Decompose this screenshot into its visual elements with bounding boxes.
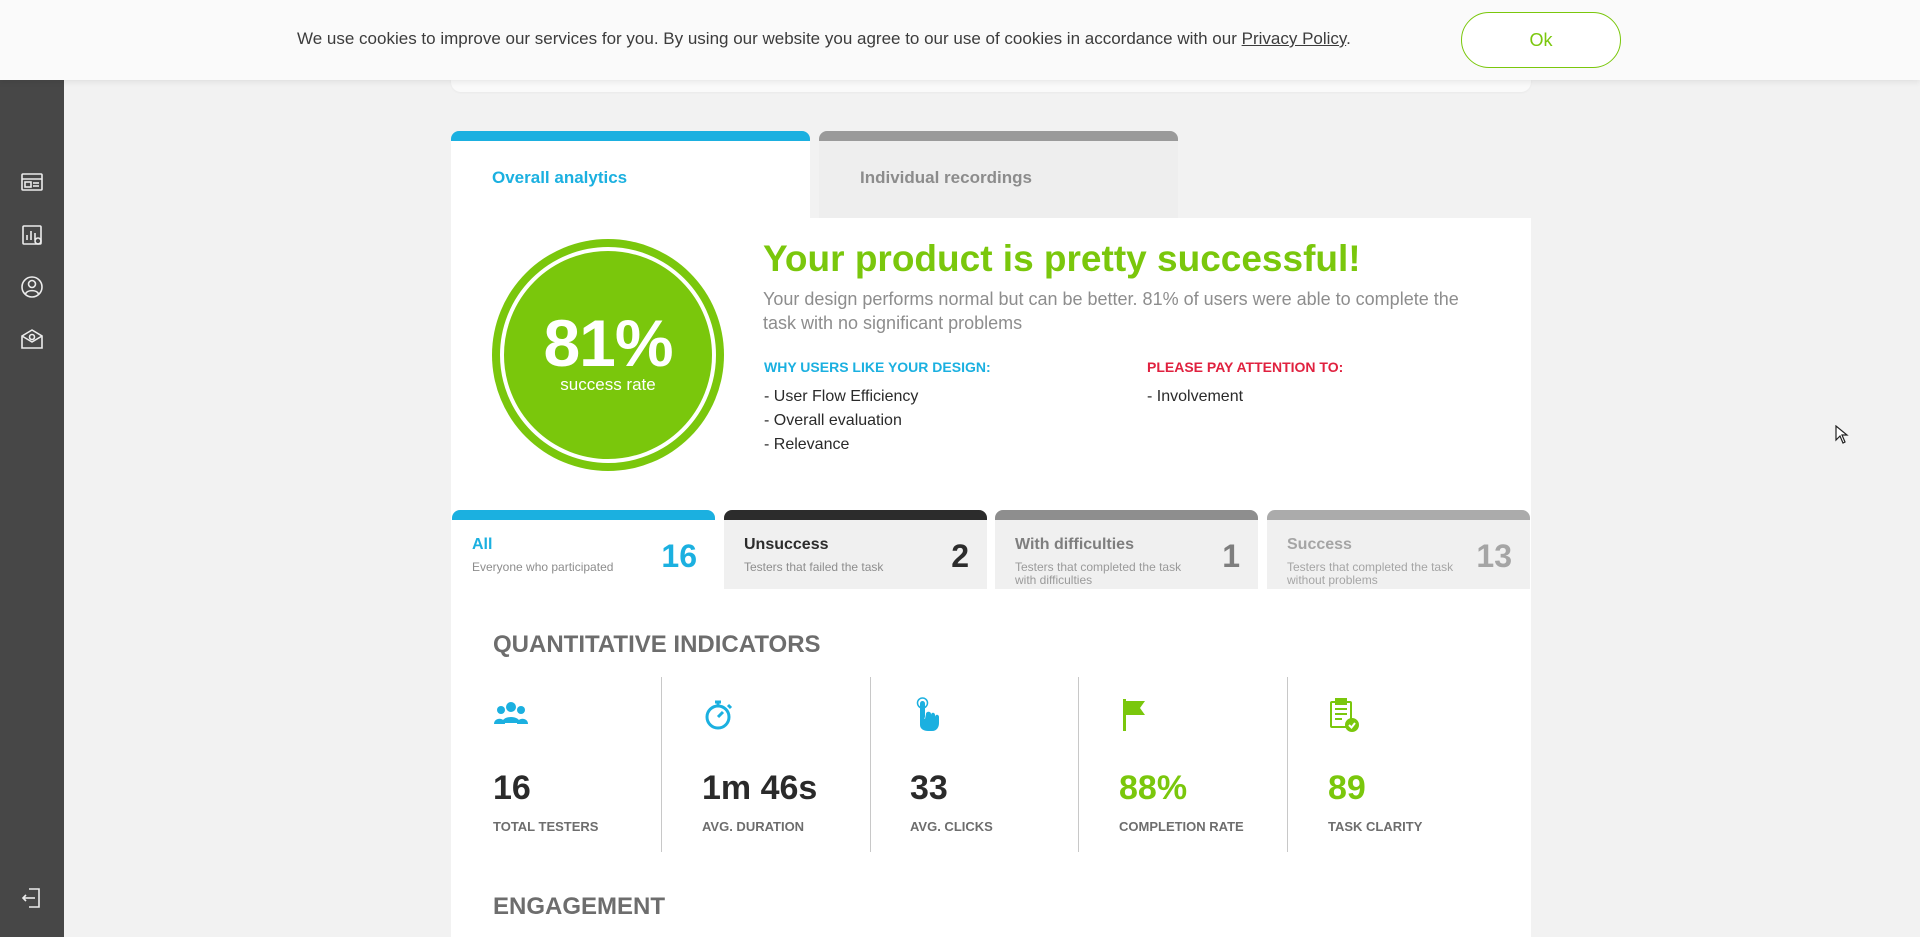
indicator-label: AVG. DURATION [702, 819, 805, 834]
indicator-label: COMPLETION RATE [1119, 819, 1244, 834]
indicator-value: 16 [493, 769, 531, 807]
indicator-label: AVG. CLICKS [910, 819, 993, 834]
profile-icon[interactable] [18, 273, 46, 301]
sidebar [0, 0, 64, 937]
pointer-hand-icon [910, 697, 946, 733]
cookie-message: We use cookies to improve our services f… [297, 29, 1351, 49]
filter-count: 16 [661, 538, 697, 574]
list-item: - Relevance [764, 436, 850, 453]
mouse-cursor-icon [1835, 425, 1849, 444]
filter-subtitle: Testers that completed the task without … [1287, 560, 1454, 587]
attention-list: - Involvement [1147, 385, 1243, 409]
projects-icon[interactable] [18, 168, 46, 196]
list-item: - Overall evaluation [764, 412, 902, 429]
filter-title: Success [1287, 536, 1352, 553]
list-item: - User Flow Efficiency [764, 388, 919, 405]
stopwatch-icon [702, 697, 738, 733]
indicator-label: TASK CLARITY [1328, 819, 1423, 834]
privacy-policy-link[interactable]: Privacy Policy [1242, 29, 1347, 48]
divider [1078, 677, 1079, 852]
filter-all[interactable]: All Everyone who participated 16 [452, 510, 715, 589]
tab-individual-recordings[interactable]: Individual recordings [819, 131, 1178, 218]
filter-count: 1 [1222, 538, 1240, 574]
tab-overall-analytics[interactable]: Overall analytics [451, 131, 810, 218]
list-item: - Involvement [1147, 388, 1244, 405]
success-rate-label: success rate [560, 375, 656, 394]
cookie-ok-button[interactable]: Ok [1461, 12, 1621, 68]
indicator-value: 89 [1328, 769, 1366, 807]
filter-title: All [472, 536, 493, 553]
indicator-total-testers: 16 TOTAL TESTERS [493, 677, 693, 852]
tab-overall-label: Overall analytics [492, 168, 628, 187]
why-users-like-list: - User Flow Efficiency - Overall evaluat… [764, 385, 918, 457]
clipboard-check-icon [1328, 697, 1364, 733]
success-rate-badge: 81% success rate [492, 239, 724, 471]
quantitative-indicators-heading: QUANTITATIVE INDICATORS [493, 631, 821, 658]
filter-subtitle: Testers that failed the task [744, 560, 884, 574]
attention-title: PLEASE PAY ATTENTION TO: [1147, 359, 1344, 375]
indicator-value: 1m 46s [702, 769, 818, 807]
filter-title: With difficulties [1015, 536, 1134, 553]
indicator-avg-duration: 1m 46s AVG. DURATION [702, 677, 902, 852]
filter-success[interactable]: Success Testers that completed the task … [1267, 510, 1530, 589]
indicator-label: TOTAL TESTERS [493, 819, 599, 834]
tab-individual-label: Individual recordings [860, 168, 1032, 187]
indicator-completion-rate: 88% COMPLETION RATE [1119, 677, 1319, 852]
divider [1287, 677, 1288, 852]
logout-icon[interactable] [18, 884, 46, 912]
filter-count: 13 [1476, 538, 1512, 574]
filter-with-difficulties[interactable]: With difficulties Testers that completed… [995, 510, 1258, 589]
why-users-like-title: WHY USERS LIKE YOUR DESIGN: [764, 359, 991, 375]
filter-unsuccess[interactable]: Unsuccess Testers that failed the task 2 [724, 510, 987, 589]
cookie-text: We use cookies to improve our services f… [297, 29, 1242, 48]
divider [870, 677, 871, 852]
reports-icon[interactable] [18, 221, 46, 249]
result-description: Your design performs normal but can be b… [763, 289, 1459, 333]
indicator-value: 33 [910, 769, 948, 807]
flag-icon [1119, 697, 1155, 733]
filter-title: Unsuccess [744, 536, 829, 553]
mail-settings-icon[interactable] [18, 325, 46, 353]
result-headline: Your product is pretty successful! [763, 238, 1361, 279]
cookie-banner: We use cookies to improve our services f… [0, 0, 1920, 80]
success-rate-value: 81% [543, 306, 673, 380]
filter-count: 2 [951, 538, 969, 574]
indicator-avg-clicks: 33 AVG. CLICKS [910, 677, 1110, 852]
divider [661, 677, 662, 852]
indicator-value: 88% [1119, 769, 1188, 807]
cookie-suffix: . [1346, 29, 1351, 48]
filter-subtitle: Testers that completed the task with dif… [1015, 560, 1182, 587]
users-icon [493, 697, 529, 733]
indicator-task-clarity: 89 TASK CLARITY [1328, 677, 1528, 852]
engagement-heading: ENGAGEMENT [493, 893, 666, 920]
filter-subtitle: Everyone who participated [472, 560, 614, 574]
